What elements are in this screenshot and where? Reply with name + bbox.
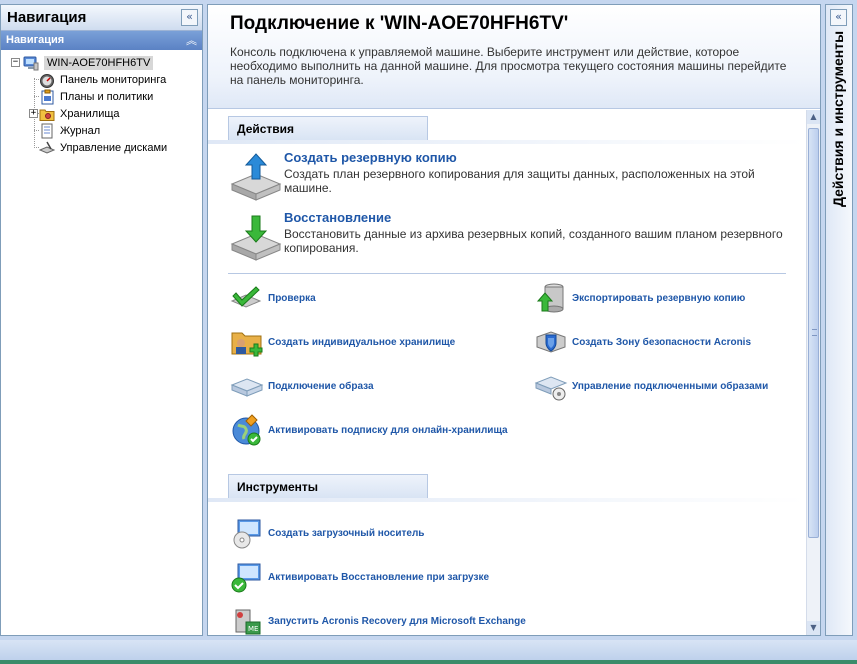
create-backup-description: Создать план резервного копирования для …: [284, 167, 755, 195]
navigation-tree: − WIN-AOE70HFH6TV Панель мониторинга Пла…: [1, 50, 202, 156]
actions-divider: [228, 273, 786, 274]
tree-item-vaults[interactable]: + Хранилища: [1, 105, 202, 122]
create-vault-link[interactable]: Создать индивидуальное хранилище: [268, 337, 455, 348]
scroll-thumb[interactable]: [808, 128, 819, 538]
tree-item-log[interactable]: Журнал: [1, 122, 202, 139]
status-strip: [0, 640, 857, 664]
vault-folder-icon: [39, 106, 55, 122]
mount-image-action[interactable]: Подключение образа: [230, 369, 374, 403]
mount-image-link[interactable]: Подключение образа: [268, 381, 374, 392]
tools-section-title: Инструменты: [237, 480, 319, 494]
main-panel: Подключение к 'WIN-AOE70HFH6TV' Консоль …: [207, 4, 821, 636]
create-backup-action[interactable]: Создать резервную копию Создать план рез…: [230, 150, 784, 204]
tree-item-dashboard[interactable]: Панель мониторинга: [1, 71, 202, 88]
disk-management-icon: [39, 140, 55, 156]
startup-recovery-icon: [230, 560, 264, 594]
page-title: Подключение к 'WIN-AOE70HFH6TV': [230, 13, 569, 34]
actions-tools-panel[interactable]: « Действия и инструменты: [825, 4, 853, 636]
scroll-grip: [812, 329, 817, 336]
recovery-text: Восстановление Восстановить данные из ар…: [284, 210, 784, 264]
main-scrollbar[interactable]: ▲ ▼: [806, 110, 820, 635]
online-subscription-icon: [230, 413, 264, 447]
dashboard-icon: [39, 72, 55, 88]
manage-mounted-images-action[interactable]: Управление подключенными образами: [534, 369, 768, 403]
double-chevron-up-icon[interactable]: ︽: [186, 32, 197, 48]
tree-item-machine[interactable]: − WIN-AOE70HFH6TV: [1, 54, 202, 71]
startup-recovery-link[interactable]: Активировать Восстановление при загрузке: [268, 572, 489, 583]
tools-section-header: Инструменты: [228, 474, 428, 498]
tree-item-label: Журнал: [60, 124, 101, 137]
bootable-media-link[interactable]: Создать загрузочный носитель: [268, 528, 424, 539]
actions-panel-expand-button[interactable]: «: [830, 9, 847, 26]
double-chevron-left-icon: «: [186, 10, 193, 23]
create-backup-text: Создать резервную копию Создать план рез…: [284, 150, 784, 204]
online-subscription-action[interactable]: Активировать подписку для онлайн-хранили…: [230, 413, 508, 447]
exchange-recovery-link[interactable]: Запустить Acronis Recovery для Microsoft…: [268, 616, 526, 627]
actions-panel-title: Действия и инструменты: [830, 31, 846, 208]
manage-mounted-images-icon: [534, 369, 568, 403]
scroll-up-icon[interactable]: ▲: [807, 110, 820, 124]
secure-zone-icon: [534, 325, 568, 359]
export-backup-action[interactable]: Экспортировать резервную копию: [534, 281, 745, 315]
actions-section-header: Действия: [228, 116, 428, 140]
export-backup-icon: [534, 281, 568, 315]
create-vault-icon: [230, 325, 264, 359]
recovery-action[interactable]: Восстановление Восстановить данные из ар…: [230, 210, 784, 264]
exchange-recovery-icon: ME: [230, 604, 264, 635]
collapse-toggle-icon[interactable]: −: [11, 58, 20, 67]
computer-icon: [23, 55, 39, 71]
navigation-subheader[interactable]: Навигация ︽: [1, 31, 202, 50]
mount-image-icon: [230, 369, 264, 403]
validate-checkmark-icon: [230, 281, 264, 315]
exchange-recovery-action[interactable]: ME Запустить Acronis Recovery для Micros…: [230, 604, 526, 635]
main-body: Действия Создать резервную копию Создать…: [208, 110, 806, 635]
actions-section-bar: [208, 140, 806, 144]
validate-link[interactable]: Проверка: [268, 293, 316, 304]
secure-zone-action[interactable]: Создать Зону безопасности Acronis: [534, 325, 751, 359]
tree-item-label: Хранилища: [60, 107, 120, 120]
create-backup-link[interactable]: Создать резервную копию: [284, 150, 784, 165]
tree-item-label: Управление дисками: [60, 141, 168, 154]
navigation-title: Навигация: [7, 9, 87, 26]
recover-disk-down-arrow-icon: [230, 210, 284, 264]
clipboard-icon: [39, 89, 55, 105]
tree-item-label: Панель мониторинга: [60, 73, 167, 86]
create-vault-action[interactable]: Создать индивидуальное хранилище: [230, 325, 455, 359]
startup-recovery-action[interactable]: Активировать Восстановление при загрузке: [230, 560, 489, 594]
navigation-subheader-title: Навигация: [6, 34, 65, 46]
recovery-link[interactable]: Восстановление: [284, 210, 784, 225]
log-icon: [39, 123, 55, 139]
recovery-description: Восстановить данные из архива резервных …: [284, 227, 783, 255]
taskbar-edge: [0, 660, 857, 664]
bootable-media-icon: [230, 516, 264, 550]
tree-item-disk-management[interactable]: Управление дисками: [1, 139, 202, 156]
navigation-collapse-button[interactable]: «: [181, 9, 198, 26]
tree-item-label: WIN-AOE70HFH6TV: [44, 55, 154, 70]
manage-mounted-images-link[interactable]: Управление подключенными образами: [572, 381, 768, 392]
validate-action[interactable]: Проверка: [230, 281, 316, 315]
expand-toggle-icon[interactable]: +: [29, 109, 38, 118]
bootable-media-action[interactable]: Создать загрузочный носитель: [230, 516, 424, 550]
tools-section-bar: [208, 498, 806, 502]
page-description: Консоль подключена к управляемой машине.…: [230, 45, 787, 87]
scroll-down-icon[interactable]: ▼: [807, 621, 820, 635]
tree-item-plans[interactable]: Планы и политики: [1, 88, 202, 105]
tree-item-label: Планы и политики: [60, 90, 154, 103]
actions-section-title: Действия: [237, 122, 295, 136]
navigation-header: Навигация «: [1, 5, 202, 31]
secure-zone-link[interactable]: Создать Зону безопасности Acronis: [572, 337, 751, 348]
main-header: Подключение к 'WIN-AOE70HFH6TV' Консоль …: [208, 5, 820, 109]
export-backup-link[interactable]: Экспортировать резервную копию: [572, 293, 745, 304]
backup-disk-up-arrow-icon: [230, 150, 284, 204]
double-chevron-left-icon: «: [835, 10, 842, 23]
navigation-panel: Навигация « Навигация ︽ − WIN-AOE70HFH6T…: [0, 4, 203, 636]
svg-text:ME: ME: [248, 625, 258, 633]
online-subscription-link[interactable]: Активировать подписку для онлайн-хранили…: [268, 425, 508, 436]
